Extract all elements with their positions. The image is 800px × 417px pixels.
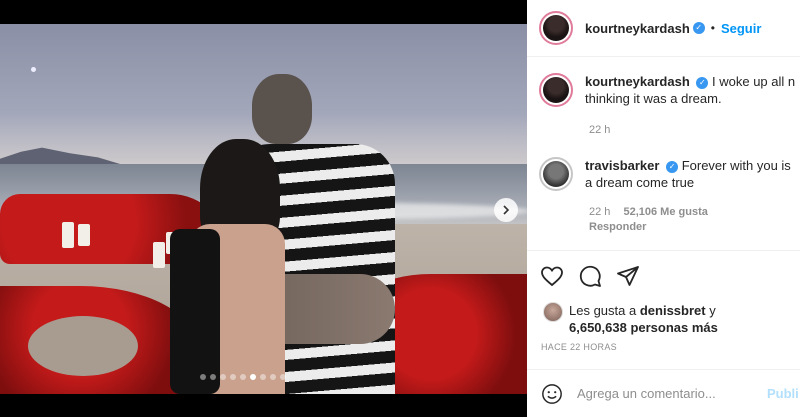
comment-meta: 22 h 52,106 Me gusta Responder	[589, 205, 800, 235]
roses-heart-center	[28, 316, 138, 376]
caption-line-1: I woke up all n	[712, 74, 795, 89]
follow-button[interactable]: Seguir	[721, 21, 761, 36]
instagram-post-modal: kourtneykardash ✓ • Seguir kourtneykarda…	[0, 0, 800, 417]
candle	[153, 242, 165, 268]
verified-badge-icon: ✓	[696, 76, 709, 89]
comment-item: travisbarker ✓ Forever with you is a dre…	[539, 157, 800, 235]
woman-dress	[170, 229, 220, 394]
moon	[31, 67, 36, 72]
add-comment-bar: Publi	[527, 369, 800, 417]
carousel-dot	[280, 374, 286, 380]
post-sidebar: kourtneykardash ✓ • Seguir kourtneykarda…	[527, 0, 800, 417]
carousel-dot	[250, 374, 256, 380]
caption-text: kourtneykardash ✓ I woke up all n thinki…	[585, 73, 795, 107]
avatar[interactable]	[539, 73, 573, 107]
avatar[interactable]	[543, 302, 563, 322]
chevron-right-icon[interactable]	[494, 198, 518, 222]
header-username[interactable]: kourtneykardash	[585, 21, 690, 36]
post-header: kourtneykardash ✓ • Seguir	[527, 0, 800, 57]
smiley-icon[interactable]	[541, 383, 563, 405]
carousel-dot	[240, 374, 246, 380]
candle	[78, 224, 90, 246]
likes-prefix: Les gusta a	[569, 303, 637, 318]
carousel-dot	[200, 374, 206, 380]
comment-text: travisbarker ✓ Forever with you is a dre…	[585, 157, 795, 191]
caption-time[interactable]: 22 h	[589, 124, 610, 136]
carousel-dot	[220, 374, 226, 380]
avatar[interactable]	[539, 157, 573, 191]
likes-connector: y	[709, 303, 716, 318]
carousel-dot	[260, 374, 266, 380]
likes-others[interactable]: 6,650,638 personas más	[569, 320, 718, 335]
caption: kourtneykardash ✓ I woke up all n thinki…	[539, 73, 800, 138]
action-bar	[527, 250, 800, 300]
reply-button[interactable]: Responder	[589, 220, 794, 235]
woman-figure	[170, 139, 290, 394]
likes-summary: Les gusta a denissbret y 6,650,638 perso…	[543, 302, 718, 336]
man-head	[252, 74, 312, 144]
carousel-dot	[270, 374, 276, 380]
verified-badge-icon: ✓	[666, 160, 679, 173]
comment-line-2: a dream come true	[585, 175, 695, 190]
carousel-dot	[230, 374, 236, 380]
carousel-dot	[210, 374, 216, 380]
comment-line-1: Forever with you is	[681, 158, 791, 173]
send-icon[interactable]	[616, 264, 640, 288]
caption-username[interactable]: kourtneykardash	[585, 74, 690, 89]
comment-likes[interactable]: 52,106 Me gusta	[623, 206, 707, 218]
caption-meta: 22 h	[589, 123, 800, 138]
publish-button[interactable]: Publi	[767, 386, 799, 401]
comment-input[interactable]	[577, 386, 757, 401]
comment-time[interactable]: 22 h	[589, 206, 610, 218]
comment-icon[interactable]	[578, 264, 602, 288]
caption-line-2: thinking it was a dream.	[585, 91, 722, 106]
post-timestamp[interactable]: HACE 22 HORAS	[541, 342, 617, 352]
carousel-indicator	[200, 374, 286, 380]
avatar[interactable]	[539, 11, 573, 45]
candle	[62, 222, 74, 248]
verified-badge-icon: ✓	[692, 22, 705, 34]
heart-icon[interactable]	[540, 264, 564, 288]
likes-user[interactable]: denissbret	[640, 303, 706, 318]
comment-username[interactable]: travisbarker	[585, 158, 659, 173]
separator: •	[710, 21, 715, 35]
post-photo[interactable]	[0, 24, 527, 394]
